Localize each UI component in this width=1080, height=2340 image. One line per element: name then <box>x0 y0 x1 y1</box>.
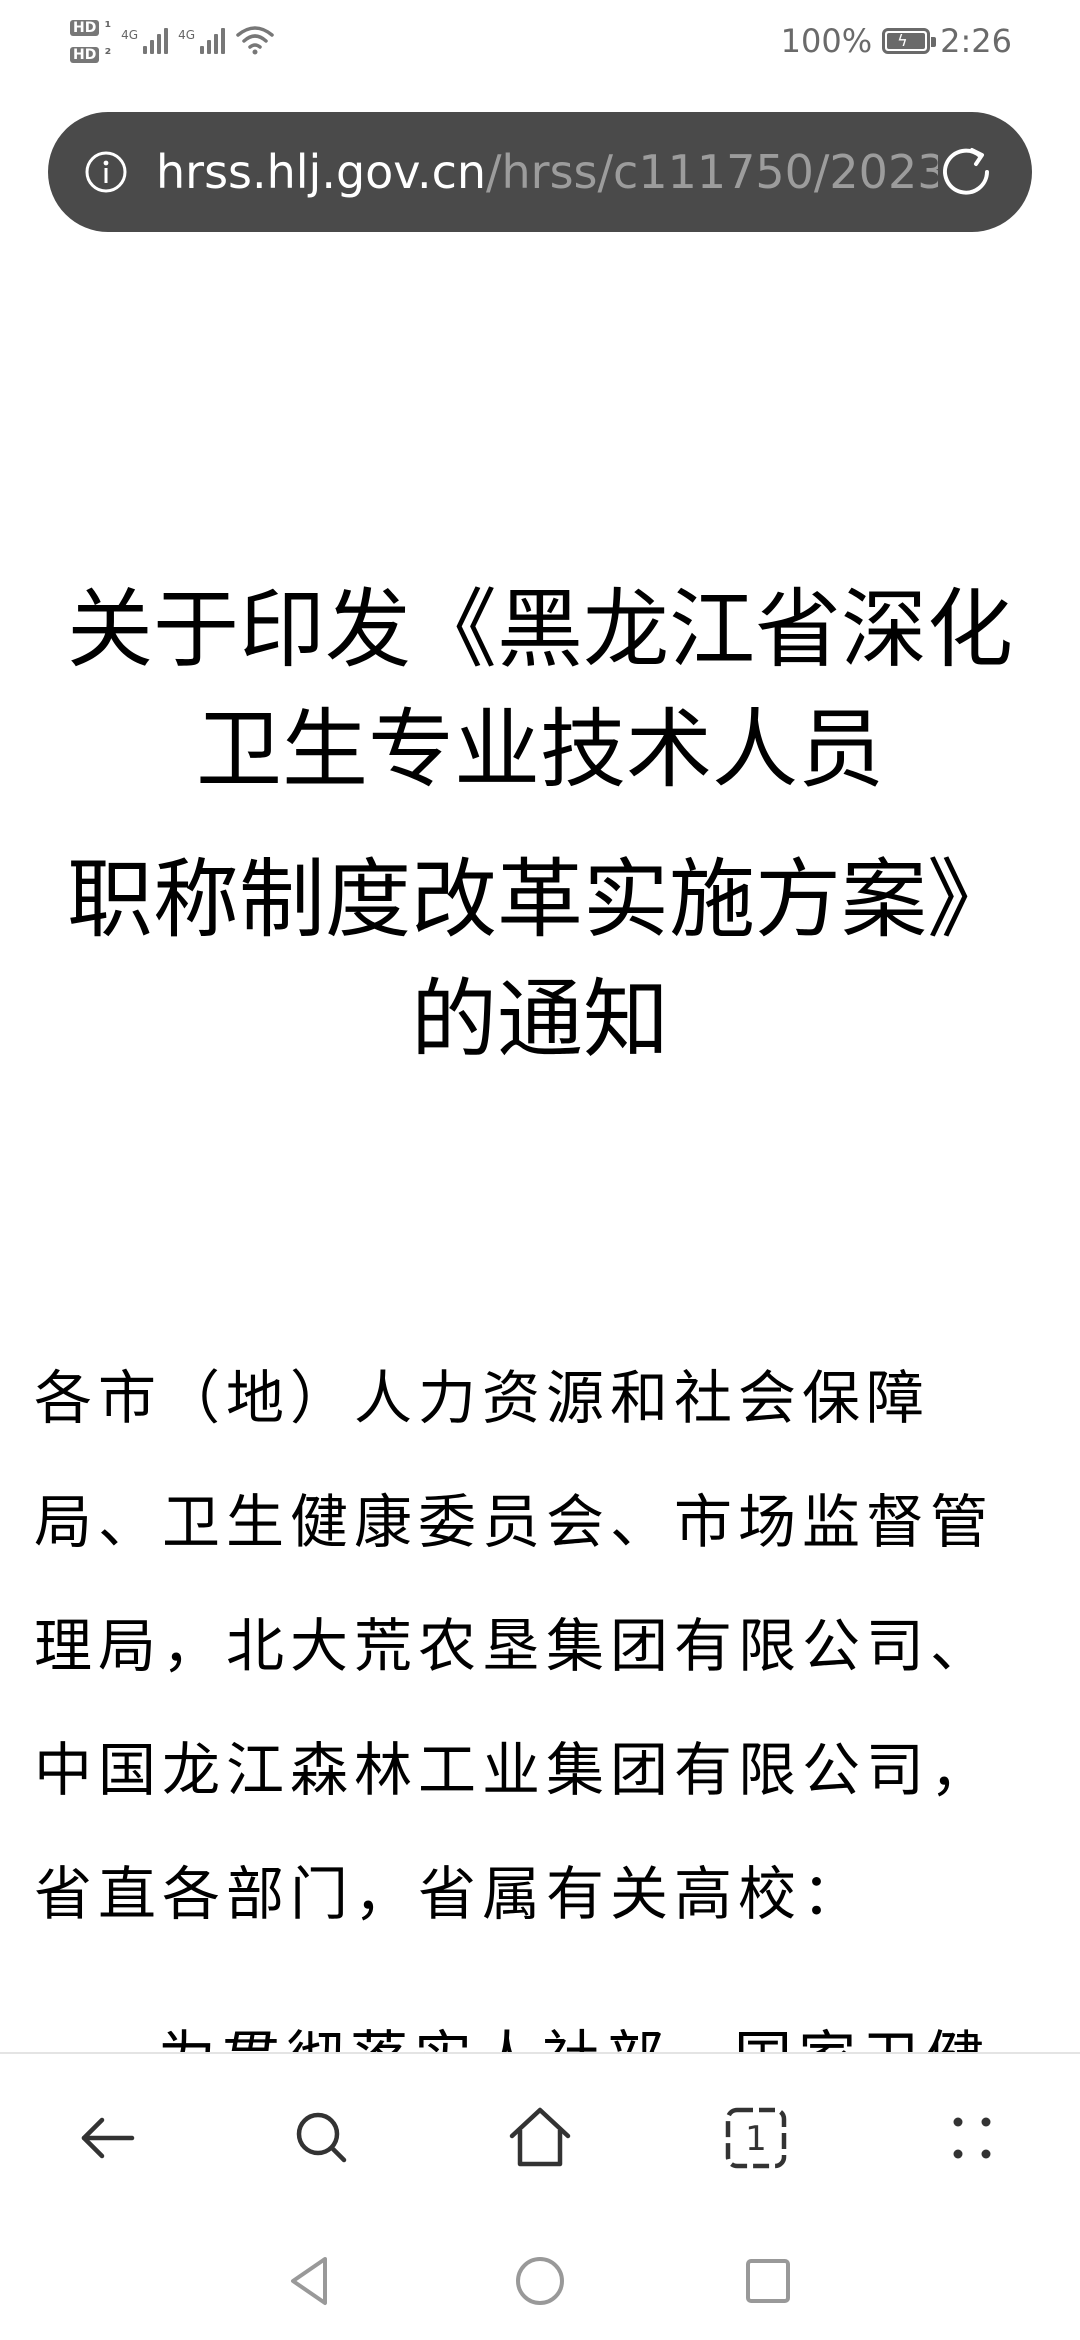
browser-toolbar: 1 <box>0 2052 1080 2224</box>
search-icon <box>296 2112 347 2163</box>
title-line: 的通知 <box>411 970 669 1070</box>
title-line: 职称制度改革实施方案》 <box>67 850 1013 950</box>
square-recents-icon <box>746 2259 790 2303</box>
clock: 2:26 <box>940 22 1012 60</box>
body-line: 理局，北大荒农垦集团有限公司、 <box>34 1612 995 1680</box>
url-path: /hrss/c111750/2023 <box>486 145 938 199</box>
hd-sim1-icon: HD ¹ <box>70 16 111 39</box>
url-text[interactable]: hrss.hlj.gov.cn/hrss/c111750/2023 <box>156 140 938 204</box>
more-dots-icon <box>953 2117 991 2159</box>
triangle-back-icon <box>291 2257 327 2305</box>
tabs-button[interactable]: 1 <box>716 2098 796 2178</box>
title-line: 关于印发《黑龙江省深化 <box>67 580 1013 680</box>
address-bar[interactable]: hrss.hlj.gov.cn/hrss/c111750/2023 <box>48 112 1032 232</box>
hd-indicators: HD ¹ HD ² <box>70 16 111 66</box>
system-navigation-bar <box>0 2222 1080 2340</box>
partial-paragraph: 为贯彻落实人社部、国家卫健 <box>34 2010 1054 2055</box>
signal-2-icon: 4G <box>178 28 226 54</box>
url-host: hrss.hlj.gov.cn <box>156 145 487 199</box>
browser-screen: HD ¹ HD ² 4G 4G 100% ϟ 2:26 hrss.hlj.gov… <box>0 0 1080 2340</box>
status-right: 100% ϟ 2:26 <box>781 22 1012 60</box>
wifi-icon <box>236 26 274 55</box>
search-button[interactable] <box>282 2098 362 2178</box>
body-line: 省直各部门，省属有关高校： <box>34 1860 867 1928</box>
body-line: 中国龙江森林工业集团有限公司， <box>34 1736 995 1804</box>
body-line: 局、卫生健康委员会、市场监督管 <box>34 1488 995 1556</box>
article-body: 各市（地）人力资源和社会保障 局、卫生健康委员会、市场监督管 理局，北大荒农垦集… <box>34 1336 1054 1956</box>
nav-recents-button[interactable] <box>733 2246 803 2316</box>
article-title: 关于印发《黑龙江省深化 卫生专业技术人员 职称制度改革实施方案》 的通知 <box>0 570 1080 1080</box>
menu-button[interactable] <box>932 2098 1012 2178</box>
status-bar: HD ¹ HD ² 4G 4G 100% ϟ 2:26 <box>0 0 1080 90</box>
back-button[interactable] <box>68 2098 148 2178</box>
status-indicators: HD ¹ HD ² 4G 4G <box>70 16 275 66</box>
nav-back-button[interactable] <box>274 2246 344 2316</box>
body-line: 各市（地）人力资源和社会保障 <box>34 1364 931 1432</box>
paragraph-start: 为贯彻落实人社部、国家卫健 <box>158 2018 990 2055</box>
battery-percent: 100% <box>780 22 873 60</box>
svg-text:1: 1 <box>745 2119 767 2159</box>
title-line: 卫生专业技术人员 <box>196 700 884 800</box>
nav-home-button[interactable] <box>505 2246 575 2316</box>
home-button[interactable] <box>500 2098 580 2178</box>
arrow-left-icon <box>81 2117 135 2159</box>
signal-1-icon: 4G <box>121 28 169 54</box>
circle-home-icon <box>516 2257 564 2305</box>
hd-sim2-icon: HD ² <box>70 43 111 66</box>
battery-icon: ϟ <box>882 28 937 54</box>
reload-icon[interactable] <box>936 142 996 202</box>
tabs-icon: 1 <box>725 2107 787 2169</box>
home-icon <box>509 2107 571 2167</box>
site-info-icon[interactable] <box>84 150 128 194</box>
